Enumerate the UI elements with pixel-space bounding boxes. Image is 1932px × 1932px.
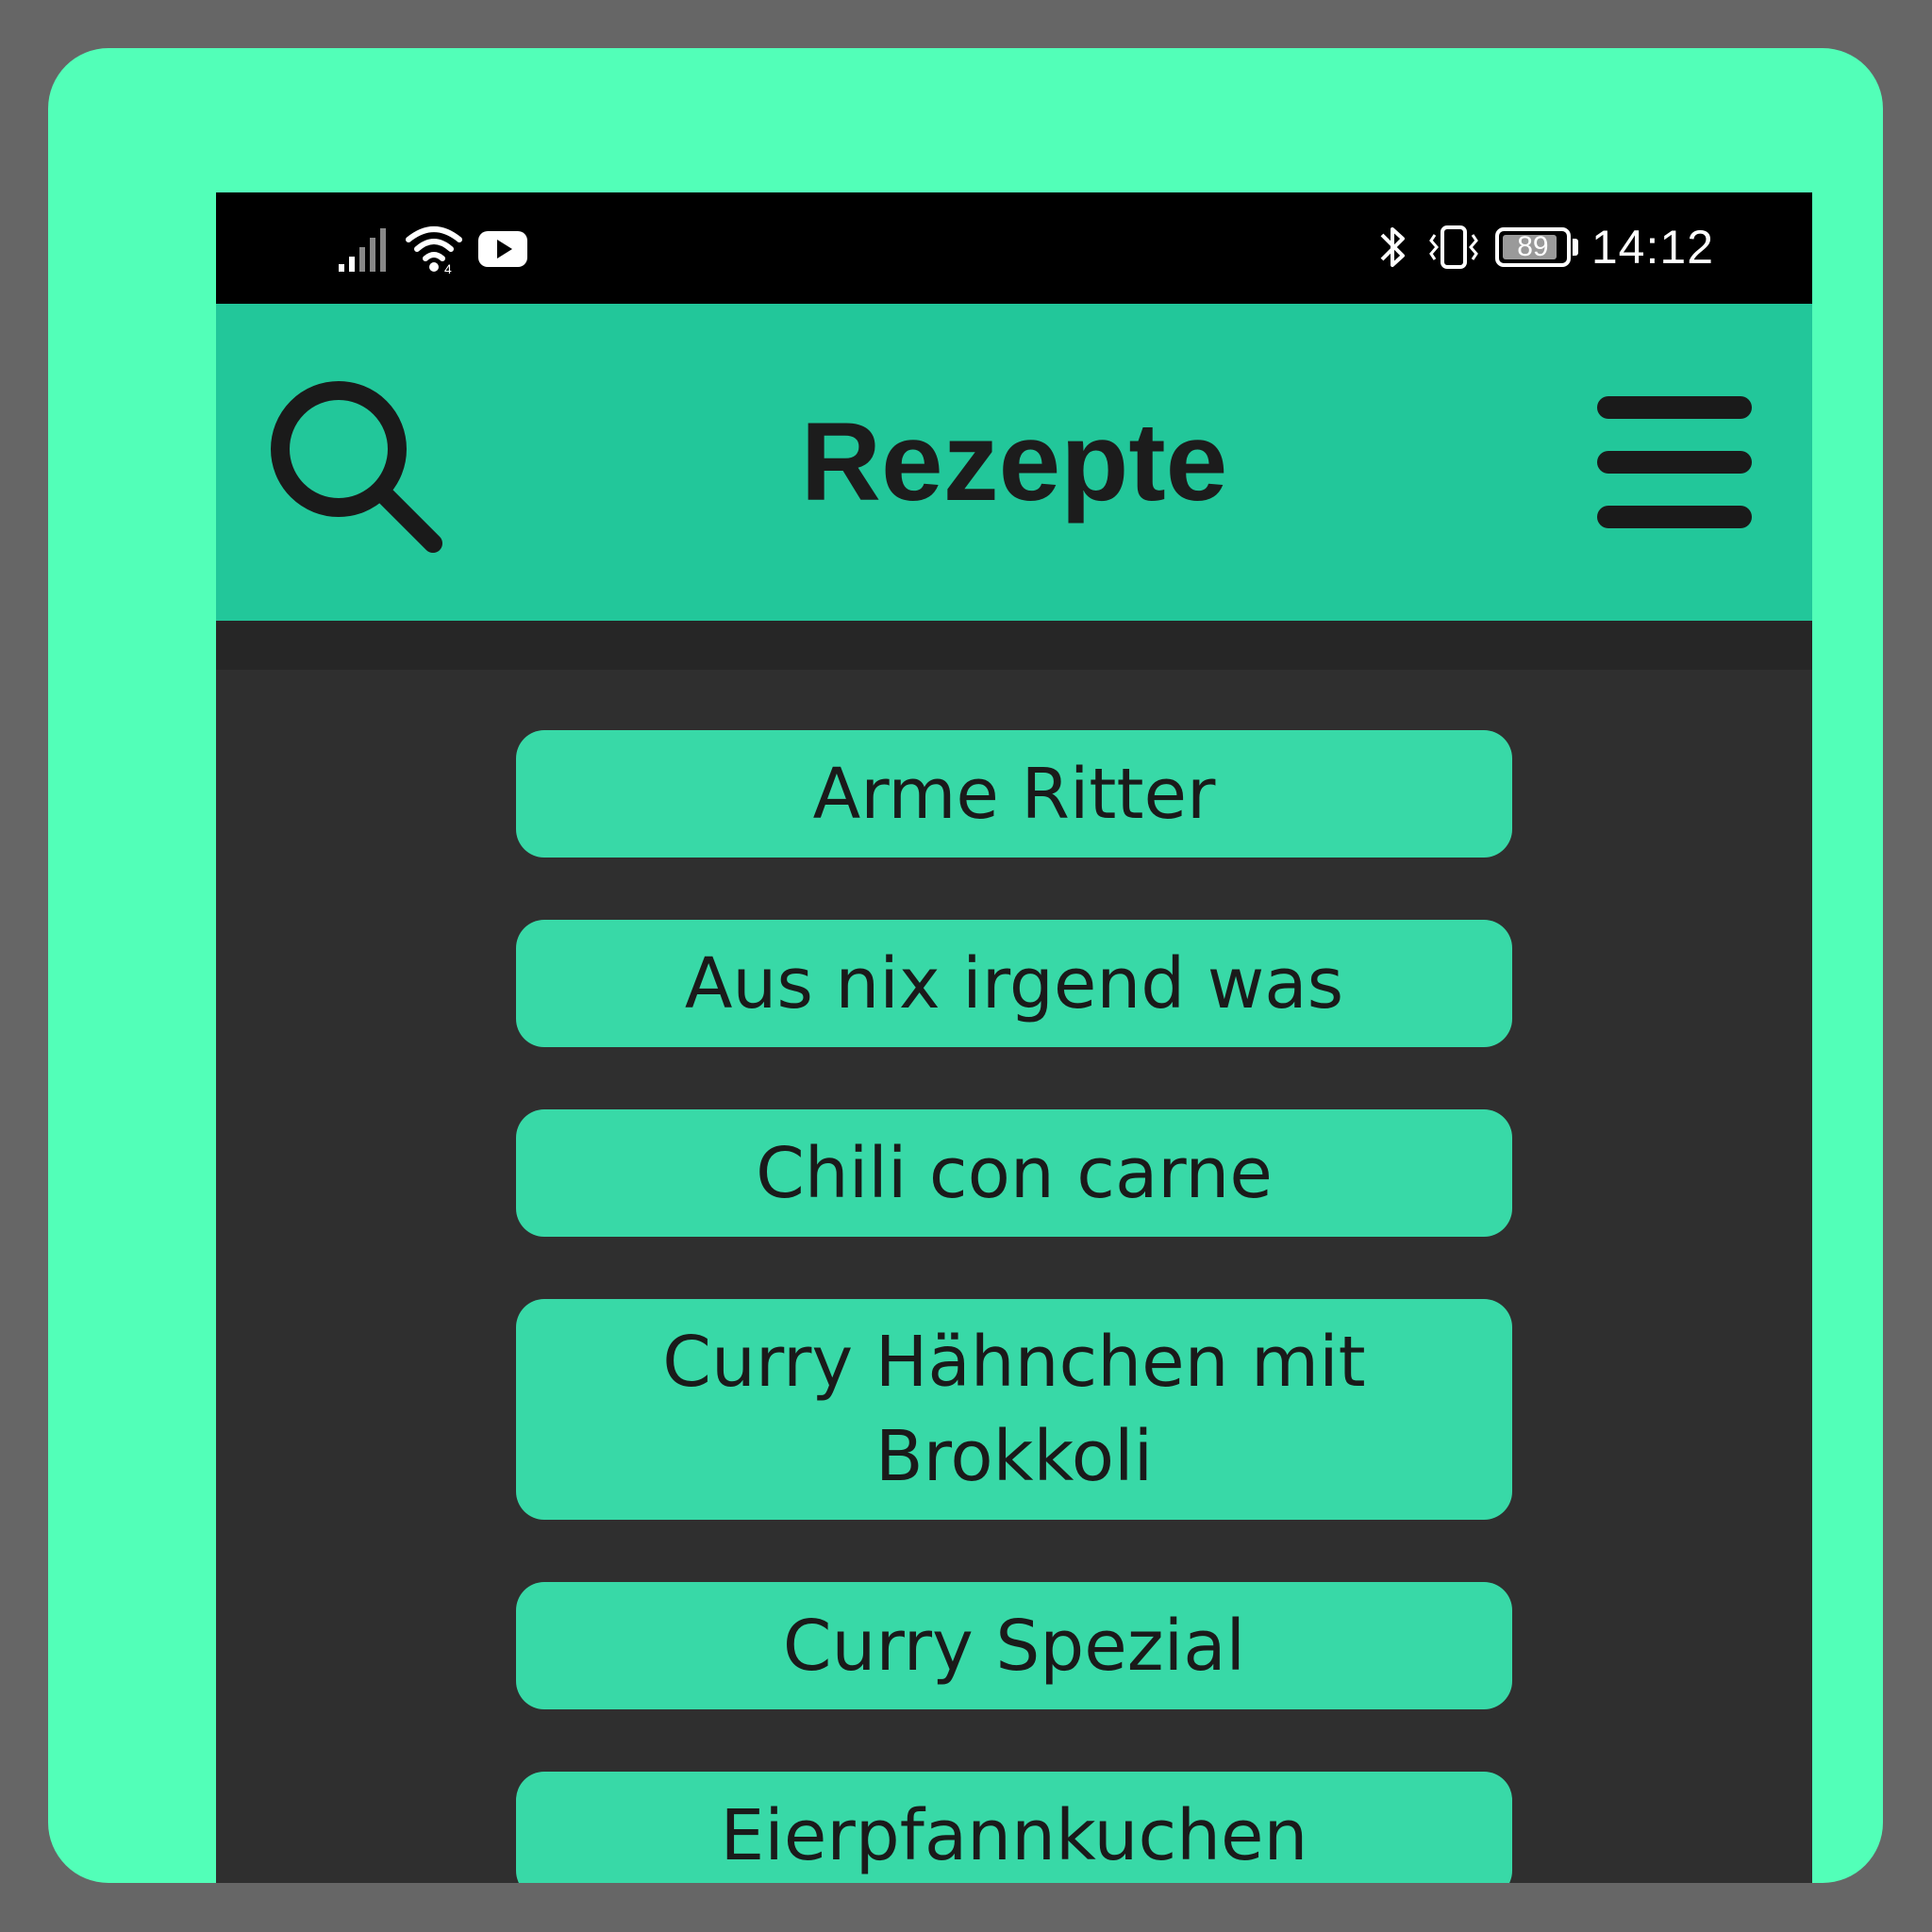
menu-bar-bottom (1597, 506, 1752, 528)
recipe-list: Arme Ritter Aus nix irgend was Chili con… (516, 730, 1512, 1883)
page-title: Rezepte (800, 400, 1228, 525)
battery-body: 89 (1494, 227, 1571, 267)
search-button[interactable] (259, 372, 448, 560)
recipe-button-aus-nix-irgend-was[interactable]: Aus nix irgend was (516, 920, 1512, 1047)
youtube-icon (478, 231, 527, 267)
battery-tip (1572, 239, 1578, 256)
menu-bar-middle (1597, 451, 1752, 474)
status-right-icons: 89 14:12 (1374, 219, 1714, 275)
hamburger-menu-icon (1597, 389, 1757, 540)
wifi-icon: 4 (406, 226, 462, 275)
menu-bar-top (1597, 396, 1752, 419)
battery-level: 89 (1517, 231, 1549, 262)
signal-icon (339, 228, 386, 272)
status-clock: 14:12 (1591, 221, 1714, 274)
status-bar: 4 89 14:12 (216, 192, 1812, 304)
recipe-button-arme-ritter[interactable]: Arme Ritter (516, 730, 1512, 858)
search-icon (271, 381, 442, 553)
status-left-icons: 4 (337, 223, 529, 275)
recipe-button-curry-spezial[interactable]: Curry Spezial (516, 1582, 1512, 1709)
recipe-button-curry-haehnchen[interactable]: Curry Hähnchen mit Brokkoli (516, 1299, 1512, 1520)
svg-text:4: 4 (444, 261, 452, 275)
phone-screen: 4 89 14:12 Rezepte Arme Ritter Aus nix i… (216, 192, 1812, 1883)
device-frame: 4 89 14:12 Rezepte Arme Ritter Aus nix i… (48, 48, 1883, 1883)
battery-icon: 89 (1494, 227, 1578, 267)
bluetooth-icon (1380, 227, 1405, 267)
menu-button[interactable] (1597, 389, 1757, 540)
recipe-button-eierpfannkuchen[interactable]: Eierpfannkuchen (516, 1772, 1512, 1883)
vibrate-icon (1428, 225, 1478, 269)
app-bar-shadow (216, 621, 1812, 670)
recipe-button-chili-con-carne[interactable]: Chili con carne (516, 1109, 1512, 1237)
app-bar: Rezepte (216, 304, 1812, 621)
